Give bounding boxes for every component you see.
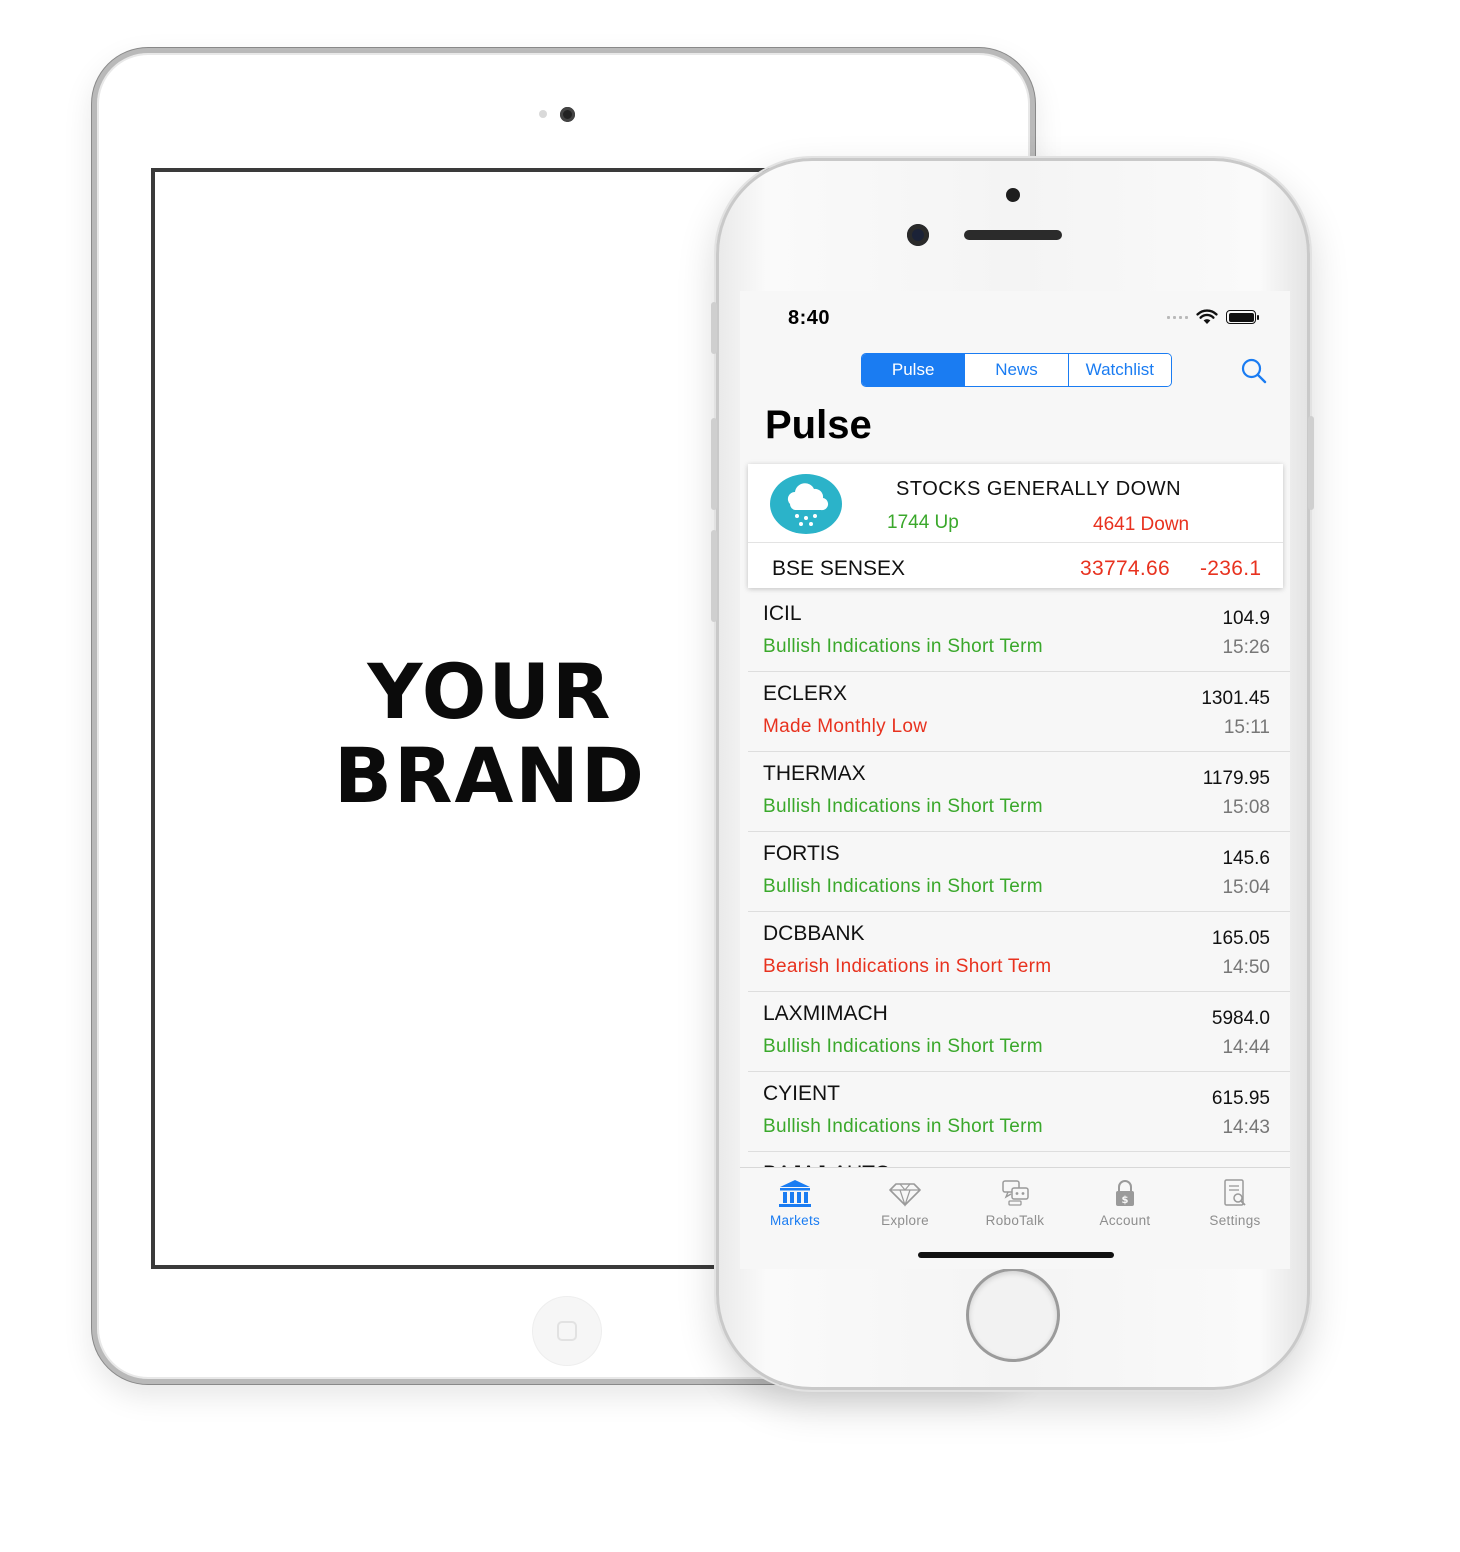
lock-icon: $ bbox=[1116, 1180, 1134, 1206]
stock-time: 15:26 bbox=[1222, 637, 1270, 658]
tablet-home-square-icon bbox=[557, 1321, 577, 1341]
wifi-icon bbox=[1196, 309, 1218, 324]
summary-divider bbox=[748, 542, 1283, 543]
tab-explore[interactable]: Explore bbox=[850, 1178, 960, 1228]
stock-symbol: THERMAX bbox=[763, 762, 866, 785]
stock-symbol: ECLERX bbox=[763, 682, 848, 705]
tablet-screen: YOUR BRAND bbox=[151, 168, 771, 1269]
stock-signal: Bullish Indications in Short Term bbox=[763, 1116, 1043, 1137]
market-summary-card[interactable]: STOCKS GENERALLY DOWN 1744 Up 4641 Down … bbox=[748, 464, 1283, 588]
status-time: 8:40 bbox=[788, 307, 831, 329]
stock-price: 145.6 bbox=[1222, 848, 1270, 869]
stock-symbol: CYIENT bbox=[763, 1082, 841, 1105]
status-indicators bbox=[1167, 309, 1259, 325]
index-change: -236.1 bbox=[1200, 557, 1262, 580]
stock-symbol: LAXMIMACH bbox=[763, 1002, 888, 1025]
table-row[interactable]: ECLERX Made Monthly Low 1301.45 15:11 bbox=[748, 672, 1290, 752]
stock-time: 14:43 bbox=[1222, 1117, 1270, 1138]
index-value: 33774.66 bbox=[1080, 557, 1170, 580]
robot-chat-icon bbox=[1002, 1180, 1029, 1206]
tab-label: Account bbox=[1099, 1213, 1151, 1228]
stock-signal: Bullish Indications in Short Term bbox=[763, 876, 1043, 897]
front-camera-icon bbox=[907, 224, 929, 246]
index-name: BSE SENSEX bbox=[772, 557, 906, 580]
tab-settings[interactable]: Settings bbox=[1180, 1178, 1290, 1228]
tab-label: Settings bbox=[1209, 1213, 1261, 1228]
stock-time: 14:50 bbox=[1222, 957, 1270, 978]
search-icon[interactable] bbox=[1240, 357, 1268, 385]
table-row[interactable]: CYIENT Bullish Indications in Short Term… bbox=[748, 1072, 1290, 1152]
tab-bar: Markets Explore RoboTalk $ Account Setti… bbox=[740, 1167, 1290, 1269]
volume-down-button bbox=[711, 530, 717, 622]
tab-markets[interactable]: Markets bbox=[740, 1178, 850, 1228]
table-row[interactable]: FORTIS Bullish Indications in Short Term… bbox=[748, 832, 1290, 912]
view-segmented-control: Pulse News Watchlist bbox=[861, 353, 1172, 387]
earpiece-speaker bbox=[964, 230, 1062, 240]
pulse-list: ICIL Bullish Indications in Short Term 1… bbox=[748, 592, 1290, 1192]
stock-price: 5984.0 bbox=[1211, 1008, 1270, 1029]
phone-screen: 8:40 Pulse News Watchlist Pulse STOCKS G… bbox=[740, 291, 1290, 1269]
stock-price: 1179.95 bbox=[1202, 768, 1270, 789]
stock-signal: Bullish Indications in Short Term bbox=[763, 636, 1043, 657]
stock-time: 15:11 bbox=[1223, 717, 1270, 738]
stock-signal: Made Monthly Low bbox=[763, 716, 928, 737]
phone-home-button[interactable] bbox=[966, 1268, 1060, 1362]
table-row[interactable]: DCBBANK Bearish Indications in Short Ter… bbox=[748, 912, 1290, 992]
stock-price: 615.95 bbox=[1211, 1088, 1270, 1109]
stock-price: 104.9 bbox=[1222, 608, 1270, 629]
stock-symbol: FORTIS bbox=[763, 842, 840, 865]
stock-time: 14:44 bbox=[1222, 1037, 1270, 1058]
tablet-camera-icon bbox=[560, 107, 575, 122]
table-row[interactable]: ICIL Bullish Indications in Short Term 1… bbox=[748, 592, 1290, 672]
stock-signal: Bearish Indications in Short Term bbox=[763, 956, 1052, 977]
segment-watchlist[interactable]: Watchlist bbox=[1068, 354, 1171, 386]
mute-switch bbox=[711, 302, 717, 354]
stock-price: 165.05 bbox=[1211, 928, 1270, 949]
advances-count: 1744 Up bbox=[887, 512, 959, 533]
battery-icon bbox=[1226, 310, 1259, 324]
stock-symbol: ICIL bbox=[763, 602, 802, 625]
market-headline: STOCKS GENERALLY DOWN bbox=[896, 478, 1182, 500]
svg-text:$: $ bbox=[1122, 1195, 1129, 1206]
diamond-icon bbox=[889, 1183, 921, 1207]
stock-time: 15:08 bbox=[1222, 797, 1270, 818]
stock-time: 15:04 bbox=[1222, 877, 1270, 898]
tab-account[interactable]: $ Account bbox=[1070, 1178, 1180, 1228]
document-search-icon bbox=[1224, 1179, 1246, 1206]
segment-pulse[interactable]: Pulse bbox=[862, 354, 966, 386]
tablet-sensor bbox=[539, 110, 547, 118]
cellular-signal-icon bbox=[1167, 315, 1188, 319]
table-row[interactable]: THERMAX Bullish Indications in Short Ter… bbox=[748, 752, 1290, 832]
home-indicator[interactable] bbox=[918, 1252, 1114, 1258]
tab-label: RoboTalk bbox=[985, 1213, 1045, 1228]
stock-signal: Bullish Indications in Short Term bbox=[763, 796, 1043, 817]
bank-icon bbox=[779, 1180, 811, 1207]
tab-robotalk[interactable]: RoboTalk bbox=[960, 1178, 1070, 1228]
snow-cloud-icon bbox=[770, 474, 842, 534]
volume-up-button bbox=[711, 418, 717, 510]
stock-signal: Bullish Indications in Short Term bbox=[763, 1036, 1043, 1057]
table-row[interactable]: LAXMIMACH Bullish Indications in Short T… bbox=[748, 992, 1290, 1072]
proximity-sensor bbox=[1006, 188, 1020, 202]
tab-label: Markets bbox=[769, 1213, 821, 1228]
declines-count: 4641 Down bbox=[1093, 514, 1190, 535]
page-title: Pulse bbox=[765, 403, 872, 447]
segment-news[interactable]: News bbox=[965, 354, 1069, 386]
stock-symbol: DCBBANK bbox=[763, 922, 865, 945]
stock-price: 1301.45 bbox=[1201, 688, 1270, 709]
tab-label: Explore bbox=[881, 1213, 929, 1228]
power-button bbox=[1308, 416, 1314, 510]
